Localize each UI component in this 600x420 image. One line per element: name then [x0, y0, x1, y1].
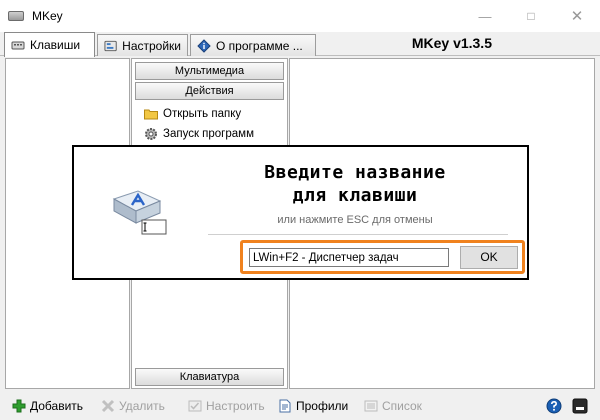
keyboard-icon — [11, 41, 25, 50]
help-button[interactable] — [546, 397, 562, 415]
profiles-button[interactable]: Профили — [278, 397, 348, 415]
delete-button-label: Удалить — [119, 399, 165, 413]
key-name-input[interactable] — [249, 248, 449, 267]
tray-icon — [572, 398, 588, 414]
list-button[interactable]: Список — [364, 397, 422, 415]
tab-about-label: О программе ... — [216, 38, 303, 53]
minimize-button[interactable]: — — [462, 0, 508, 32]
tab-keys-label: Клавиши — [30, 38, 81, 52]
tab-bar: Клавиши Настройки О программе ... MKey v… — [0, 32, 600, 57]
window-controls: — □ ✕ — [462, 0, 600, 32]
gear-icon — [145, 128, 157, 140]
configure-button[interactable]: Настроить — [188, 397, 265, 415]
category-keyboard-button[interactable]: Клавиатура — [135, 368, 284, 386]
minimize-to-tray-button[interactable] — [572, 397, 588, 415]
category-actions-button[interactable]: Действия — [135, 82, 284, 100]
help-icon — [546, 398, 562, 414]
title-bar: MKey — □ ✕ — [0, 0, 600, 32]
action-item-label: Открыть папку — [163, 108, 242, 120]
dialog-title: Введите название для клавиши — [190, 161, 520, 207]
action-item-label: Запуск программ — [163, 128, 254, 140]
action-item-open-folder[interactable]: Открыть папку — [144, 105, 241, 123]
delete-x-icon — [101, 399, 115, 413]
list-icon — [364, 400, 378, 412]
configure-button-label: Настроить — [206, 399, 265, 413]
window-title: MKey — [32, 9, 63, 23]
category-multimedia-button[interactable]: Мультимедиа — [135, 62, 284, 80]
add-button[interactable]: Добавить — [12, 397, 83, 415]
ok-button[interactable]: OK — [460, 246, 518, 269]
tab-settings[interactable]: Настройки — [97, 34, 188, 56]
close-button[interactable]: ✕ — [554, 0, 600, 32]
list-button-label: Список — [382, 399, 422, 413]
dialog-title-line2: для клавиши — [292, 185, 418, 206]
app-version: MKey v1.3.5 — [411, 35, 492, 51]
keyboard-key-icon — [112, 190, 167, 235]
tab-settings-label: Настройки — [122, 38, 181, 53]
app-keyboard-icon — [8, 11, 24, 21]
dialog-separator — [208, 234, 508, 235]
tab-about[interactable]: О программе ... — [190, 34, 316, 56]
profiles-button-label: Профили — [296, 399, 349, 413]
plus-icon — [12, 399, 26, 413]
settings-icon — [104, 40, 117, 51]
dialog-subtitle: или нажмите ESC для отмены — [277, 214, 433, 226]
checklist-icon — [188, 400, 202, 412]
tab-keys[interactable]: Клавиши — [4, 32, 95, 57]
delete-button[interactable]: Удалить — [101, 397, 165, 415]
document-icon — [279, 399, 291, 413]
key-name-dialog: Введите название для клавиши или нажмите… — [72, 145, 529, 280]
info-icon — [197, 38, 211, 53]
dialog-title-line1: Введите название — [264, 162, 446, 183]
maximize-button[interactable]: □ — [508, 0, 554, 32]
folder-icon — [144, 109, 158, 120]
bottom-toolbar: Добавить Удалить Настроить Профили Списо… — [0, 392, 600, 420]
action-item-run-program[interactable]: Запуск программ — [144, 125, 254, 143]
add-button-label: Добавить — [30, 399, 84, 413]
